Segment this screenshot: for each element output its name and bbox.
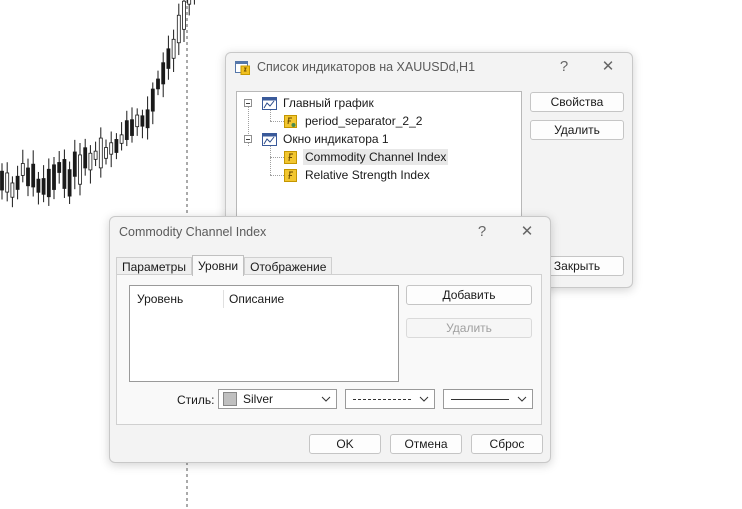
solid-line-icon — [451, 399, 509, 400]
candle-body — [171, 38, 176, 59]
tree-item-main-chart[interactable]: Главный график — [262, 94, 376, 112]
dialog-title: Commodity Channel Index — [119, 225, 267, 239]
candle-body — [52, 164, 56, 190]
add-level-button[interactable]: Добавить — [406, 285, 532, 305]
candle-body — [109, 142, 114, 155]
candle-body — [57, 162, 62, 173]
candle-body — [161, 62, 166, 85]
script-icon — [284, 114, 297, 128]
close-button[interactable]: ✕ — [519, 224, 535, 240]
candle-body — [119, 134, 124, 144]
candle-body — [15, 175, 20, 190]
collapse-indicator-window[interactable] — [244, 135, 252, 143]
candle-body — [36, 178, 41, 193]
candle-body — [124, 120, 129, 140]
tree-item-label: Главный график — [283, 96, 374, 110]
tree-item-period-separator[interactable]: period_separator_2_2 — [284, 112, 424, 130]
candle-body — [62, 159, 67, 189]
candle-body — [182, 0, 186, 30]
chart-window-icon — [262, 96, 277, 110]
chevron-down-icon — [321, 396, 331, 402]
color-swatch — [223, 392, 237, 406]
candle-body — [145, 109, 150, 129]
candle-body — [130, 119, 134, 136]
candle-body — [78, 154, 82, 185]
cancel-button[interactable]: Отмена — [390, 434, 462, 454]
color-value: Silver — [243, 392, 274, 406]
dialog-title: Список индикаторов на XAUUSDd,H1 — [257, 60, 476, 74]
reset-button[interactable]: Сброс — [471, 434, 543, 454]
candle-body — [93, 150, 98, 160]
candle-body — [46, 168, 51, 198]
tree-item-label: period_separator_2_2 — [305, 114, 423, 128]
tab-levels[interactable]: Уровни — [191, 255, 245, 276]
candle-body — [10, 182, 15, 198]
candle-body — [187, 0, 192, 5]
tree-item-cci[interactable]: Commodity Channel Index — [284, 148, 449, 166]
column-header-level[interactable]: Уровень — [137, 292, 183, 306]
color-select[interactable]: Silver — [218, 389, 337, 409]
indicator-icon — [284, 168, 297, 182]
candle-body — [5, 172, 10, 193]
candle-body — [31, 163, 36, 188]
line-width-select[interactable] — [443, 389, 533, 409]
levels-tab-panel: Уровень Описание Добавить Удалить Стиль:… — [116, 274, 542, 425]
candle-body — [41, 178, 46, 195]
candle-body — [156, 78, 160, 90]
chevron-down-icon — [419, 396, 429, 402]
style-label: Стиль: — [177, 393, 215, 407]
help-button[interactable]: ? — [556, 59, 572, 75]
candles — [0, 0, 195, 208]
collapse-main-chart[interactable] — [244, 99, 252, 107]
delete-indicator-button[interactable]: Удалить — [530, 120, 624, 140]
indicator-icon — [284, 150, 297, 164]
candle-body — [150, 88, 155, 112]
candle-body — [176, 14, 181, 44]
candle-body — [114, 139, 119, 153]
tree-item-rsi[interactable]: Relative Strength Index — [284, 166, 432, 184]
candle-body — [0, 170, 4, 191]
candle-body — [166, 48, 171, 69]
delete-level-button[interactable]: Удалить — [406, 318, 532, 338]
column-header-description[interactable]: Описание — [229, 292, 284, 306]
cci-properties-dialog: Commodity Channel Index ? ✕ Параметры Ур… — [109, 216, 551, 463]
ok-button[interactable]: OK — [309, 434, 381, 454]
candle-body — [88, 152, 93, 171]
close-button[interactable]: ✕ — [600, 59, 616, 75]
tree-item-label: Commodity Channel Index — [303, 149, 449, 165]
candle-body — [67, 169, 72, 197]
tree-item-label: Окно индикатора 1 — [283, 132, 389, 146]
candle-body — [140, 115, 145, 127]
help-button[interactable]: ? — [474, 224, 490, 240]
candle-body — [83, 147, 88, 169]
chart-window-icon — [262, 132, 277, 146]
dashed-line-icon — [353, 399, 411, 400]
candle-body — [20, 163, 25, 176]
candle-body — [72, 151, 77, 177]
levels-list[interactable]: Уровень Описание — [129, 285, 399, 382]
candle-body — [104, 147, 108, 159]
tree-item-indicator-window[interactable]: Окно индикатора 1 — [262, 130, 391, 148]
chevron-down-icon — [517, 396, 527, 402]
tree-item-label: Relative Strength Index — [305, 168, 430, 182]
indicator-list-icon — [235, 61, 250, 75]
tab-bar: Параметры Уровни Отображение — [116, 255, 333, 276]
candle-body — [26, 167, 30, 187]
line-style-select[interactable] — [345, 389, 435, 409]
candle-body — [135, 114, 140, 128]
properties-button[interactable]: Свойства — [530, 92, 624, 112]
candle-body — [98, 137, 103, 169]
